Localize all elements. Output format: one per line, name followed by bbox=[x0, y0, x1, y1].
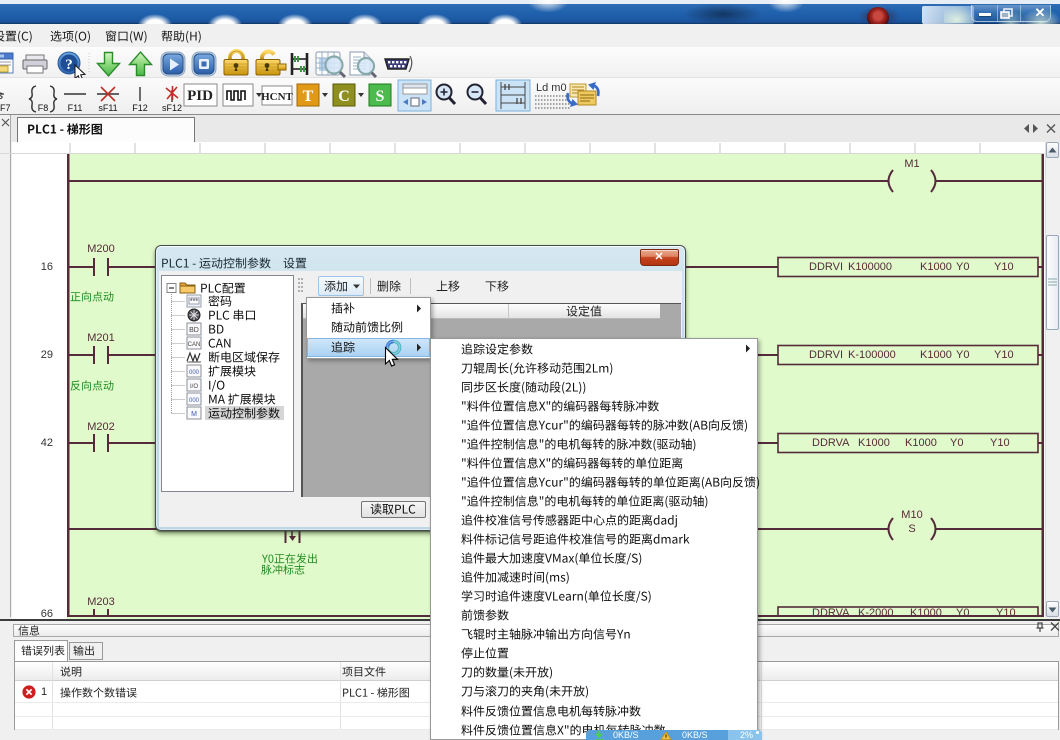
svg-text:M: M bbox=[191, 411, 197, 418]
svg-text:C: C bbox=[338, 88, 350, 105]
svg-text:F11: F11 bbox=[68, 103, 83, 113]
svg-text:000: 000 bbox=[189, 398, 200, 404]
svg-text:BD: BD bbox=[189, 327, 199, 334]
svg-text:Ld m0: Ld m0 bbox=[536, 82, 567, 94]
svg-text:CAN: CAN bbox=[188, 342, 201, 348]
svg-text:s: s bbox=[0, 88, 3, 102]
svg-text:S: S bbox=[376, 88, 385, 105]
svg-text:T: T bbox=[303, 88, 314, 105]
svg-text:sF7: sF7 bbox=[0, 103, 11, 113]
svg-text:sF12: sF12 bbox=[162, 103, 182, 113]
svg-text:HCNT: HCNT bbox=[261, 91, 293, 103]
svg-text:I/O: I/O bbox=[190, 384, 198, 390]
svg-text:?: ? bbox=[65, 57, 73, 73]
svg-text:PID: PID bbox=[187, 88, 213, 104]
svg-text:000: 000 bbox=[189, 370, 200, 376]
svg-text:F12: F12 bbox=[132, 103, 148, 113]
svg-text:F8: F8 bbox=[38, 103, 49, 113]
svg-text:***: *** bbox=[190, 299, 198, 306]
svg-text:sF11: sF11 bbox=[98, 103, 117, 113]
